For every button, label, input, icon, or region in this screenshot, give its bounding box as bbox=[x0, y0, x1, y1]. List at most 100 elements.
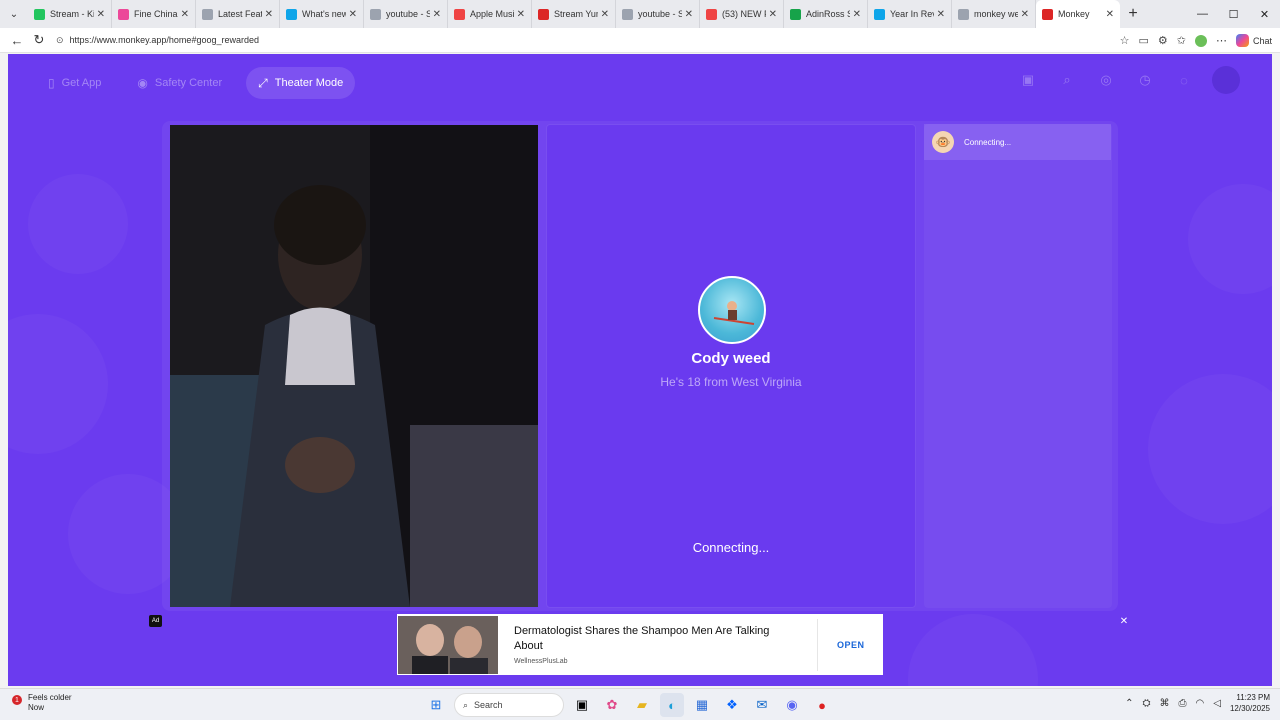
browser-tab[interactable]: Monkey ✕ bbox=[1036, 0, 1120, 28]
browser-tab[interactable]: Fine China -✕ bbox=[112, 0, 196, 28]
browser-tab[interactable]: AdinRoss Str✕ bbox=[784, 0, 868, 28]
chat-label: Chat bbox=[1252, 35, 1272, 46]
tab-close-icon[interactable]: ✕ bbox=[181, 9, 189, 20]
windows-taskbar: 1 Feels colder Now ⊞ ⌕ Search ▣ ✿ ▰ ◐ ▦ … bbox=[0, 688, 1280, 720]
wifi-icon[interactable]: ◠ bbox=[1196, 698, 1205, 709]
microphone-icon[interactable]: ⎙ bbox=[1179, 698, 1187, 709]
tab-close-icon[interactable]: ✕ bbox=[349, 9, 357, 20]
edge-icon[interactable]: ◐ bbox=[660, 693, 684, 717]
tab-close-icon[interactable]: ✕ bbox=[265, 9, 273, 20]
tab-favicon-icon bbox=[622, 8, 633, 20]
tab-favicon-icon bbox=[370, 8, 381, 20]
match-avatar[interactable] bbox=[698, 276, 766, 344]
shop-icon[interactable]: ▣ bbox=[1017, 69, 1039, 91]
favorites-icon[interactable]: ✩ bbox=[1177, 34, 1186, 47]
browser-tab[interactable]: Apple Music✕ bbox=[448, 0, 532, 28]
maximize-icon[interactable]: ☐ bbox=[1218, 0, 1249, 28]
browser-tab[interactable]: youtube - Se✕ bbox=[616, 0, 700, 28]
tab-close-icon[interactable]: ✕ bbox=[1106, 9, 1114, 20]
browser-tab[interactable]: Stream - Kick✕ bbox=[28, 0, 112, 28]
weather-subtitle: Now bbox=[28, 703, 45, 712]
clock-date: 12/30/2025 bbox=[1229, 704, 1270, 713]
tab-close-icon[interactable]: ✕ bbox=[517, 9, 525, 20]
theater-mode-button[interactable]: ⤢ Theater Mode bbox=[246, 67, 356, 99]
tab-list-dropdown-icon[interactable]: ⌄ bbox=[0, 0, 28, 28]
safety-center-button[interactable]: ◉ Safety Center bbox=[125, 67, 234, 99]
address-bar-row: ← ↻ ⊙ https://www.monkey.app/home#goog_r… bbox=[0, 28, 1280, 53]
browser-tab[interactable]: (53) NEW Ful✕ bbox=[700, 0, 784, 28]
ad-banner[interactable]: Dermatologist Shares the Shampoo Men Are… bbox=[397, 614, 883, 675]
dropbox-icon[interactable]: ❖ bbox=[720, 693, 744, 717]
tab-close-icon[interactable]: ✕ bbox=[769, 9, 777, 20]
weather-widget[interactable]: 1 Feels colder Now bbox=[12, 693, 72, 713]
outlook-icon[interactable]: ✉ bbox=[750, 693, 774, 717]
new-tab-button[interactable]: + bbox=[1120, 5, 1146, 23]
my-avatar[interactable] bbox=[1212, 66, 1240, 94]
get-app-button[interactable]: ▯ Get App bbox=[36, 67, 113, 99]
profile-extension-icon[interactable] bbox=[1194, 34, 1207, 47]
tab-close-icon[interactable]: ✕ bbox=[433, 9, 441, 20]
messages-icon[interactable]: ◌ bbox=[1173, 69, 1195, 91]
safety-center-label: Safety Center bbox=[154, 77, 223, 89]
tab-close-icon[interactable]: ✕ bbox=[937, 9, 945, 20]
connecting-status: Connecting... bbox=[692, 540, 770, 555]
tab-close-icon[interactable]: ✕ bbox=[601, 9, 609, 20]
ad-source: WellnessPlusLab bbox=[514, 658, 568, 665]
clock[interactable]: 11:23 PM 12/30/2025 bbox=[1230, 692, 1270, 714]
browser-tab[interactable]: youtube - Se✕ bbox=[364, 0, 448, 28]
weather-badge: 1 bbox=[12, 695, 22, 705]
site-info-icon[interactable]: ⊙ bbox=[56, 35, 64, 46]
tab-close-icon[interactable]: ✕ bbox=[1021, 9, 1029, 20]
browser-tab[interactable]: monkey webs✕ bbox=[952, 0, 1036, 28]
ad-image[interactable] bbox=[398, 616, 498, 674]
history-icon[interactable]: ◷ bbox=[1134, 69, 1156, 91]
search-icon[interactable]: ⌕ bbox=[1056, 69, 1078, 91]
task-view-icon[interactable]: ▣ bbox=[570, 693, 594, 717]
weather-text: Feels colder Now bbox=[28, 693, 72, 713]
store-icon[interactable]: ▦ bbox=[690, 693, 714, 717]
tab-label: Latest Featur bbox=[218, 9, 262, 19]
start-icon[interactable]: ⊞ bbox=[424, 693, 448, 717]
browser-tab[interactable]: What's new ✕ bbox=[280, 0, 364, 28]
monkey-app-page: ▯ Get App ◉ Safety Center ⤢ Theater Mode… bbox=[8, 54, 1272, 686]
tab-favicon-icon bbox=[790, 8, 801, 20]
discord-icon[interactable]: ◉ bbox=[780, 693, 804, 717]
tab-label: Monkey bbox=[1058, 9, 1090, 19]
minimize-icon[interactable]: — bbox=[1187, 0, 1218, 28]
search-icon: ⌕ bbox=[463, 699, 469, 710]
browser-tab[interactable]: Year In Revie✕ bbox=[868, 0, 952, 28]
refresh-icon[interactable]: ↻ bbox=[28, 32, 50, 48]
copilot-chat-button[interactable]: Chat bbox=[1235, 34, 1272, 47]
tray-overflow-icon[interactable]: ⌃ bbox=[1125, 698, 1133, 709]
match-card: Cody weed He's 18 from West Virginia Con… bbox=[546, 124, 916, 608]
tab-close-icon[interactable]: ✕ bbox=[97, 9, 105, 20]
taskbar-search[interactable]: ⌕ Search bbox=[454, 693, 564, 717]
tab-label: youtube - Se bbox=[386, 9, 430, 19]
tab-close-icon[interactable]: ✕ bbox=[685, 9, 693, 20]
camera-feed-image bbox=[170, 125, 538, 607]
tab-close-icon[interactable]: ✕ bbox=[853, 9, 861, 20]
ad-open-button[interactable]: OPEN bbox=[837, 640, 865, 650]
friends-icon[interactable]: ◎ bbox=[1095, 69, 1117, 91]
ad-title[interactable]: Dermatologist Shares the Shampoo Men Are… bbox=[514, 624, 794, 654]
file-explorer-icon[interactable]: ▰ bbox=[630, 693, 654, 717]
theater-mode-label: Theater Mode bbox=[274, 77, 344, 89]
ad-badge: Ad bbox=[149, 615, 162, 627]
close-window-icon[interactable]: ✕ bbox=[1249, 0, 1280, 28]
tab-favicon-icon bbox=[118, 8, 129, 20]
extensions-icon[interactable]: ⚙ bbox=[1158, 34, 1168, 47]
tab-label: monkey webs bbox=[974, 9, 1018, 19]
tray-app-icon[interactable]: ⛭ bbox=[1143, 698, 1151, 709]
copilot-app-icon[interactable]: ✿ bbox=[600, 693, 624, 717]
browser-tab[interactable]: Latest Featur✕ bbox=[196, 0, 280, 28]
close-ad-icon[interactable]: ✕ bbox=[1118, 615, 1130, 627]
tray-network-icon[interactable]: ⌘ bbox=[1160, 698, 1170, 709]
favorite-star-icon[interactable]: ☆ bbox=[1120, 34, 1130, 47]
split-screen-icon[interactable]: ▭ bbox=[1138, 34, 1148, 47]
back-icon[interactable]: ← bbox=[6, 33, 28, 48]
app-icon[interactable]: ● bbox=[810, 693, 834, 717]
volume-icon[interactable]: ◁ bbox=[1213, 698, 1221, 709]
browser-tab[interactable]: Stream Yung✕ bbox=[532, 0, 616, 28]
url-field[interactable]: ⊙ https://www.monkey.app/home#goog_rewar… bbox=[56, 31, 1096, 50]
more-menu-icon[interactable]: ⋯ bbox=[1216, 34, 1227, 47]
